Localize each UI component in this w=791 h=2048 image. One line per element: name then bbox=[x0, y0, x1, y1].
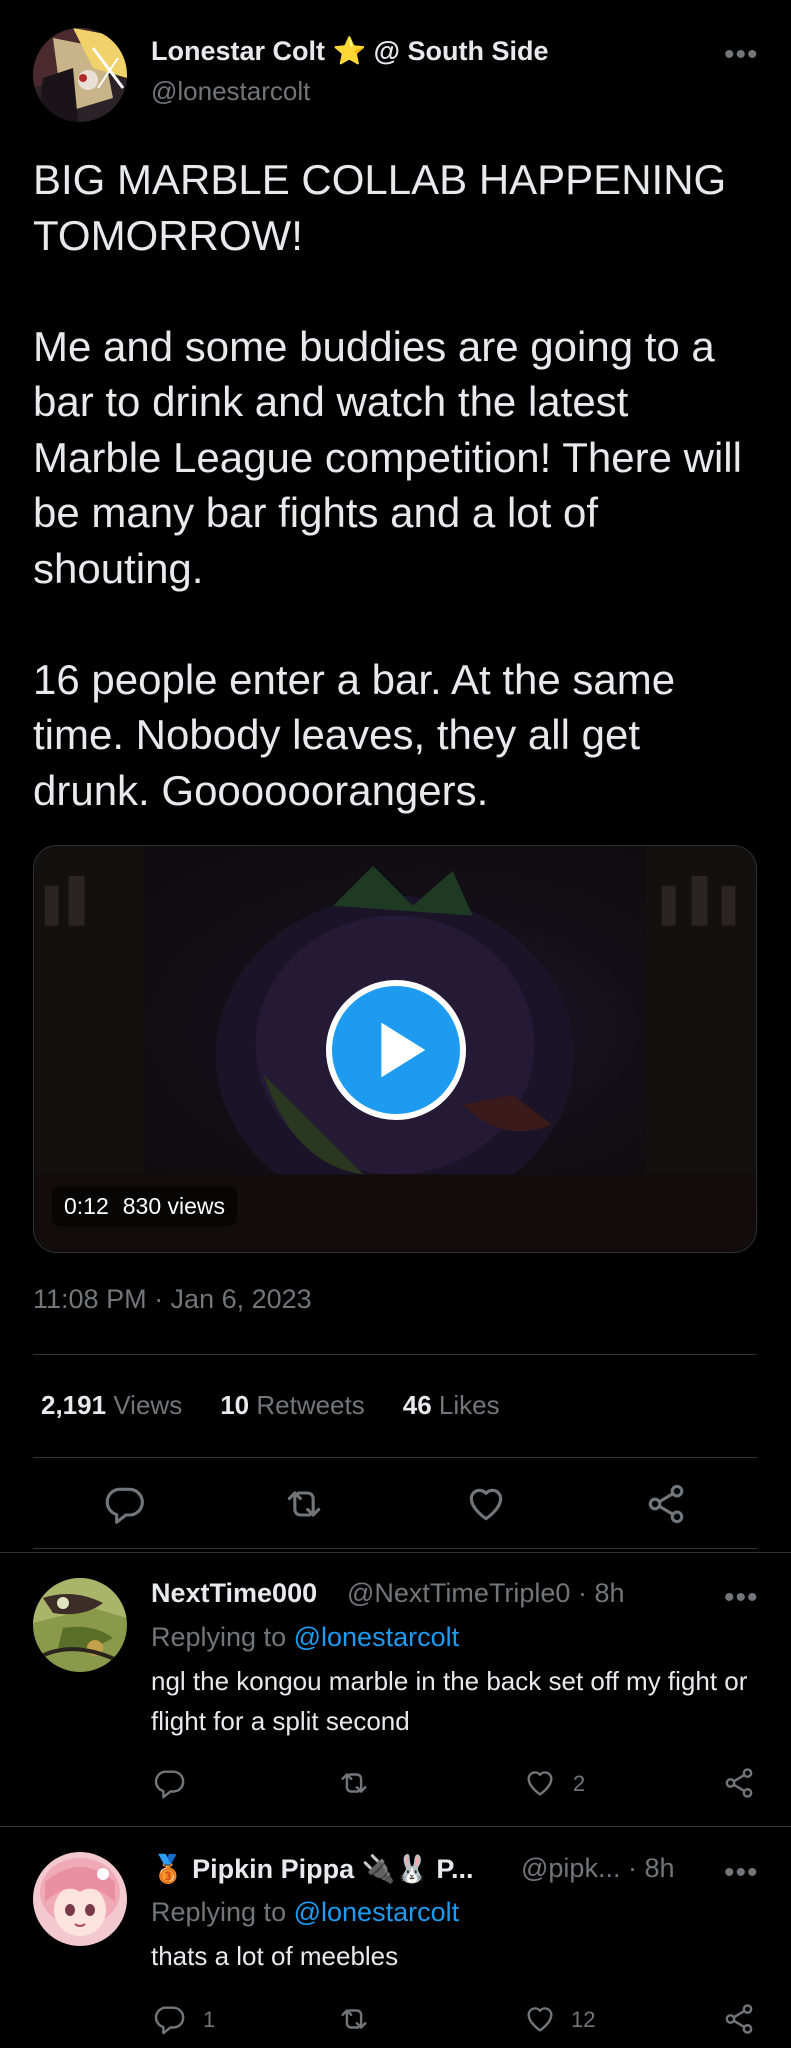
like-button[interactable] bbox=[523, 2002, 557, 2036]
retweet-icon bbox=[287, 1491, 321, 1517]
reply-button[interactable] bbox=[102, 1482, 146, 1526]
retweet-button[interactable] bbox=[337, 1766, 371, 1800]
video-duration: 0:12 bbox=[64, 1192, 109, 1219]
like-button[interactable] bbox=[523, 1766, 557, 1800]
divider bbox=[0, 1552, 791, 1553]
share-button[interactable] bbox=[722, 1766, 756, 1800]
author-handle[interactable]: @lonestarcolt bbox=[151, 76, 310, 107]
name-emoji-suffix: 🔌🐰 P... bbox=[361, 1854, 474, 1884]
reply-button[interactable] bbox=[152, 2002, 186, 2036]
retweet-icon bbox=[341, 2009, 367, 2029]
heart-icon bbox=[527, 2007, 553, 2032]
retweets-metric[interactable]: 10 Retweets bbox=[220, 1390, 365, 1421]
play-button[interactable] bbox=[326, 980, 466, 1120]
tweet-text: BIG MARBLE COLLAB HAPPENING TOMORROW! Me… bbox=[33, 156, 742, 814]
reply-icon bbox=[154, 2006, 185, 2035]
more-options-icon[interactable]: ••• bbox=[724, 1583, 759, 1613]
retweet-button[interactable] bbox=[337, 2002, 371, 2036]
heart-icon bbox=[527, 1771, 553, 1796]
reply-author-handle[interactable]: @pipk... · 8h bbox=[521, 1853, 674, 1884]
tweet-timestamp[interactable]: 11:08 PM · Jan 6, 2023 bbox=[33, 1284, 312, 1315]
reply-icon bbox=[105, 1487, 144, 1524]
divider bbox=[33, 1457, 757, 1458]
video-player[interactable]: 0:12 830 views bbox=[33, 845, 757, 1253]
reply-author-name[interactable]: NextTime000 bbox=[151, 1578, 317, 1609]
share-button[interactable] bbox=[722, 2002, 756, 2036]
share-button[interactable] bbox=[644, 1482, 688, 1526]
mention-link[interactable]: @lonestarcolt bbox=[294, 1897, 459, 1927]
reply-avatar[interactable] bbox=[33, 1852, 127, 1946]
author-avatar[interactable] bbox=[33, 28, 127, 122]
like-button[interactable] bbox=[464, 1482, 508, 1526]
more-options-icon[interactable]: ••• bbox=[724, 1858, 759, 1888]
star-icon: ⭐ bbox=[332, 36, 367, 66]
reply-author-name[interactable]: 🥉 Pipkin Pippa 🔌🐰 P... bbox=[151, 1853, 473, 1885]
retweet-icon bbox=[341, 1773, 367, 1793]
play-icon bbox=[381, 1022, 426, 1078]
medal-icon: 🥉 bbox=[151, 1854, 185, 1884]
divider bbox=[33, 1354, 757, 1355]
views-metric[interactable]: 2,191 Views bbox=[41, 1390, 182, 1421]
author-location: @ South Side bbox=[373, 36, 549, 66]
video-views: 830 views bbox=[122, 1192, 226, 1219]
video-stats: 0:12 830 views bbox=[52, 1186, 238, 1226]
tweet-metrics: 2,191 Views 10 Retweets 46 Likes bbox=[41, 1390, 500, 1421]
mention-link[interactable]: @lonestarcolt bbox=[294, 1622, 459, 1652]
author-display-name: Lonestar Colt bbox=[151, 36, 326, 66]
reply-button[interactable] bbox=[152, 1766, 186, 1800]
divider bbox=[0, 1826, 791, 1827]
reply-avatar[interactable] bbox=[33, 1578, 127, 1672]
reply-author-handle[interactable]: @NextTimeTriple0 · 8h bbox=[347, 1578, 624, 1609]
reply-display-name: Pipkin Pippa bbox=[192, 1854, 355, 1884]
reply-icon bbox=[154, 1770, 185, 1799]
author-name[interactable]: Lonestar Colt ⭐ @ South Side bbox=[151, 35, 549, 67]
reply-text: thats a lot of meebles bbox=[151, 1941, 399, 1971]
share-icon bbox=[725, 2004, 753, 2034]
heart-icon bbox=[469, 1488, 503, 1521]
replying-to: Replying to @lonestarcolt bbox=[151, 1897, 460, 1927]
share-icon bbox=[725, 1768, 753, 1798]
share-icon bbox=[648, 1484, 684, 1524]
likes-metric[interactable]: 46 Likes bbox=[403, 1390, 500, 1421]
reply-text: ngl the kongou marble in the back set of… bbox=[151, 1666, 748, 1736]
retweet-button[interactable] bbox=[282, 1482, 326, 1526]
more-options-icon[interactable]: ••• bbox=[724, 40, 759, 70]
reply-count: 1 bbox=[203, 2007, 216, 2032]
divider bbox=[33, 1548, 757, 1549]
replying-to: Replying to @lonestarcolt bbox=[151, 1622, 460, 1652]
like-count: 2 bbox=[573, 1771, 586, 1796]
like-count: 12 bbox=[571, 2007, 596, 2032]
